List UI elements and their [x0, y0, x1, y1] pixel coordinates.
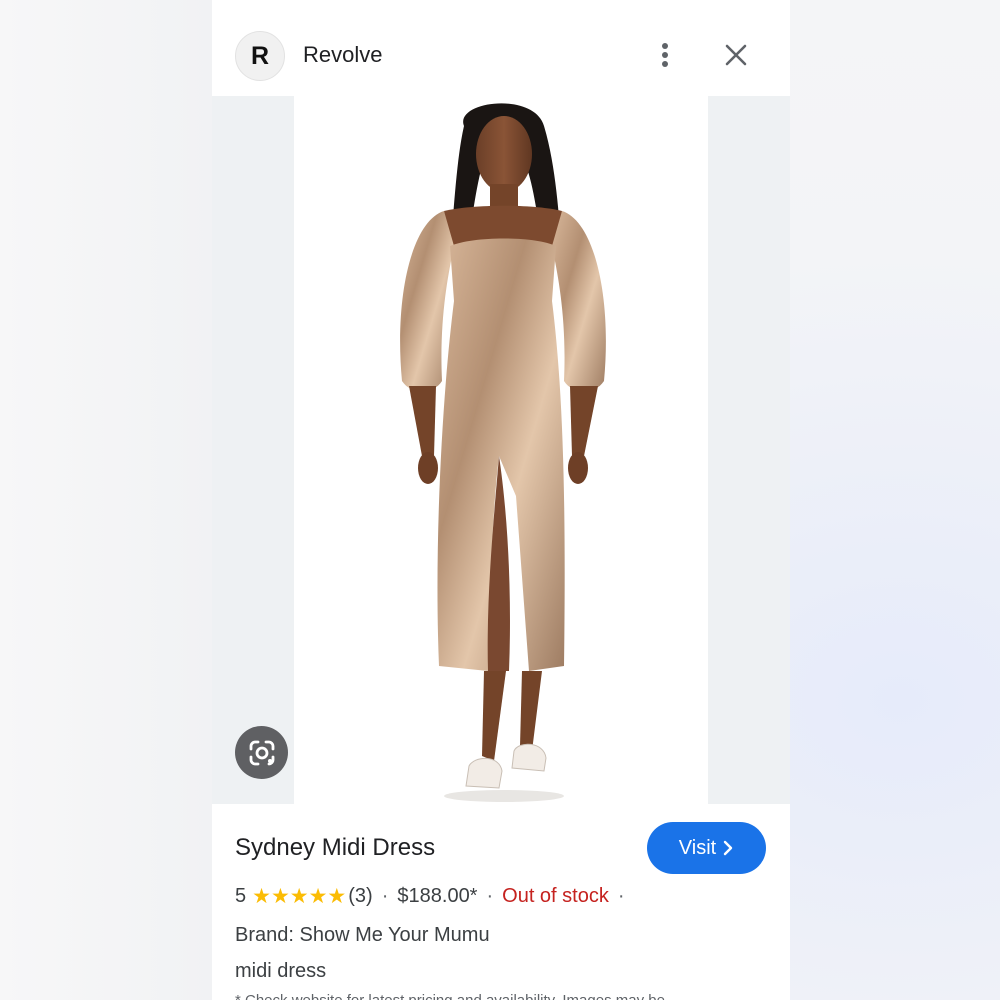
rating-stars: ★★★★★ [252, 885, 347, 908]
close-button[interactable] [719, 38, 753, 72]
stock-status: Out of stock [502, 885, 609, 907]
site-name[interactable]: Revolve [303, 42, 382, 68]
rating-value: 5 [235, 885, 247, 907]
chevron-right-icon [724, 840, 733, 856]
google-lens-icon [249, 740, 274, 765]
product-meta-row: 5 ★★★★★ (3) · $188.00* · Out of stock · [235, 884, 634, 909]
backdrop [0, 0, 212, 1000]
product-brand: Brand: Show Me Your Mumu [235, 924, 490, 946]
visual-search-button[interactable] [235, 726, 288, 779]
product-category: midi dress [235, 960, 327, 982]
separator-dot: · [617, 885, 625, 907]
pricing-disclaimer: * Check website for latest pricing and a… [235, 992, 665, 1000]
visit-button[interactable]: Visit [647, 822, 766, 874]
panel-header: R Revolve [212, 0, 790, 96]
more-options-button[interactable] [650, 38, 680, 72]
product-info: Sydney Midi Dress Visit 5 ★★★★★ (3) · $1… [212, 804, 790, 1000]
visit-label: Visit [678, 836, 717, 859]
site-logo[interactable]: R [235, 31, 285, 81]
product-panel: R Revolve Sydney Midi Dress Visit 5 ★★★★… [212, 0, 790, 1000]
separator-dot: · [486, 885, 494, 907]
product-image-area[interactable] [212, 96, 790, 804]
model-in-dress-illustration [400, 103, 606, 802]
close-icon [725, 44, 747, 66]
review-count: (3) [348, 885, 373, 907]
product-title[interactable]: Sydney Midi Dress [235, 834, 435, 862]
more-vert-icon [662, 43, 668, 67]
product-price: $188.00* [397, 885, 478, 907]
separator-dot: · [381, 885, 389, 907]
page: R Revolve Sydney Midi Dress Visit 5 ★★★★… [0, 0, 1000, 1000]
product-image[interactable] [294, 96, 708, 804]
